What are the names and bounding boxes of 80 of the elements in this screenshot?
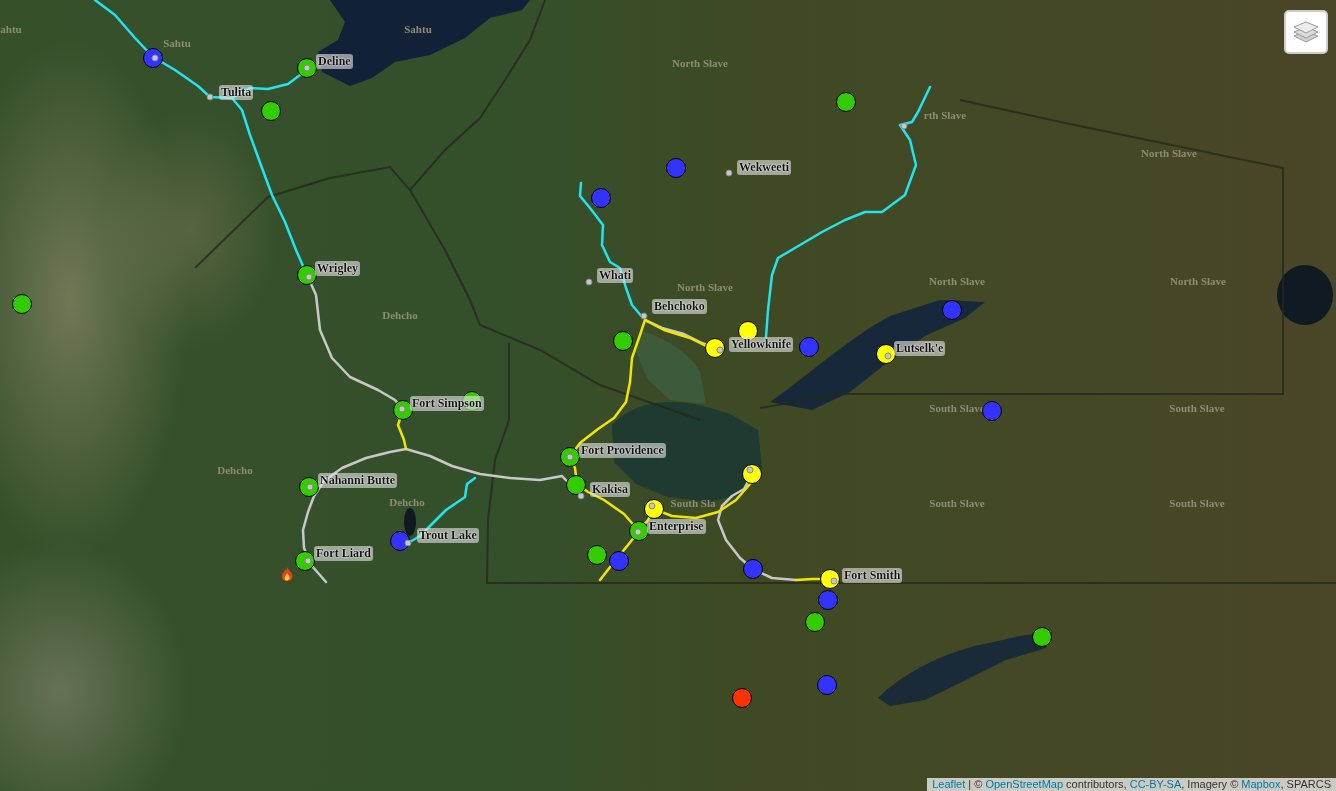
- marker-dot[interactable]: [942, 300, 962, 320]
- place-label: Whati: [597, 268, 633, 283]
- region-label: Dehcho: [382, 308, 418, 322]
- region-label: South Slave: [1169, 496, 1225, 510]
- place-label: Fort Smith: [842, 568, 903, 583]
- layers-icon: [1293, 21, 1319, 43]
- place-icon: [716, 346, 724, 354]
- region-label: Sahtu: [163, 36, 191, 50]
- marker-dot[interactable]: [261, 101, 281, 121]
- place-icon: [398, 405, 406, 413]
- marker-dot[interactable]: [799, 337, 819, 357]
- region-label: Dehcho: [389, 495, 425, 509]
- place-label: Yellowknife: [729, 337, 793, 352]
- place-icon: [577, 492, 585, 500]
- region-label: North Slave: [1170, 274, 1226, 288]
- attribution-link[interactable]: OpenStreetMap: [985, 778, 1064, 790]
- region-label: Sahtu: [404, 22, 432, 36]
- place-icon: [746, 466, 754, 474]
- attribution-link[interactable]: Leaflet: [932, 778, 966, 790]
- place-label: Fort Liard: [314, 546, 373, 561]
- region-label: North Slave: [672, 56, 728, 70]
- place-icon: [634, 528, 642, 536]
- marker-dot[interactable]: [591, 188, 611, 208]
- place-icon: [151, 54, 159, 62]
- region-label: Dehcho: [217, 463, 253, 477]
- place-icon: [404, 539, 412, 547]
- place-label: Wrigley: [315, 261, 361, 276]
- marker-dot[interactable]: [732, 688, 752, 708]
- place-icon: [206, 93, 214, 101]
- place-icon: [884, 352, 892, 360]
- place-label: Enterprise: [647, 519, 706, 534]
- region-label: North Slave: [677, 280, 733, 294]
- place-icon: [900, 122, 908, 130]
- marker-dot[interactable]: [666, 158, 686, 178]
- marker-dot[interactable]: [836, 92, 856, 112]
- place-label: Kakisa: [590, 482, 630, 497]
- marker-dot[interactable]: [609, 551, 629, 571]
- region-label: ahtu: [0, 22, 22, 36]
- place-label: Lutselk'e: [894, 341, 946, 356]
- region-label: South Slave: [929, 496, 985, 510]
- place-label: Tulita: [219, 85, 254, 100]
- satellite-map[interactable]: [0, 0, 1336, 791]
- marker-dot[interactable]: [818, 590, 838, 610]
- place-icon: [306, 483, 314, 491]
- place-label: Fort Providence: [579, 443, 666, 458]
- marker-dot[interactable]: [982, 401, 1002, 421]
- place-label: Behchoko: [652, 299, 707, 314]
- place-label: Wekweeti: [737, 160, 791, 175]
- fire-icon: [281, 567, 293, 581]
- marker-dot[interactable]: [743, 559, 763, 579]
- attribution-text: Leaflet | © OpenStreetMap contributors, CC-BY-SA, Imagery © Mapbox, SPARCS: [927, 778, 1336, 791]
- marker-dot[interactable]: [613, 331, 633, 351]
- marker-dot[interactable]: [817, 675, 837, 695]
- region-label: South Sla: [670, 496, 716, 510]
- region-label: South Slave: [1169, 401, 1225, 415]
- place-label: Nahanni Butte: [318, 473, 398, 488]
- marker-dot[interactable]: [12, 294, 32, 314]
- marker-dot[interactable]: [805, 612, 825, 632]
- place-icon: [648, 502, 656, 510]
- place-icon: [305, 273, 313, 281]
- region-label: rth Slave: [923, 108, 967, 122]
- place-label: Fort Simpson: [410, 396, 484, 411]
- marker-dot[interactable]: [738, 321, 758, 341]
- place-icon: [303, 64, 311, 72]
- place-icon: [640, 312, 648, 320]
- place-icon: [830, 577, 838, 585]
- marker-dot[interactable]: [1032, 627, 1052, 647]
- marker-dot[interactable]: [390, 531, 410, 551]
- lake-shape: [404, 508, 416, 536]
- lake-shape: [1277, 265, 1333, 325]
- place-label: Trout Lake: [417, 528, 479, 543]
- place-icon: [585, 278, 593, 286]
- marker-dot[interactable]: [587, 545, 607, 565]
- region-label: North Slave: [929, 274, 985, 288]
- place-icon: [566, 453, 574, 461]
- marker-dot[interactable]: [566, 475, 586, 495]
- place-label: Deline: [316, 54, 353, 69]
- region-label: North Slave: [1141, 146, 1197, 160]
- place-icon: [725, 169, 733, 177]
- place-icon: [304, 557, 312, 565]
